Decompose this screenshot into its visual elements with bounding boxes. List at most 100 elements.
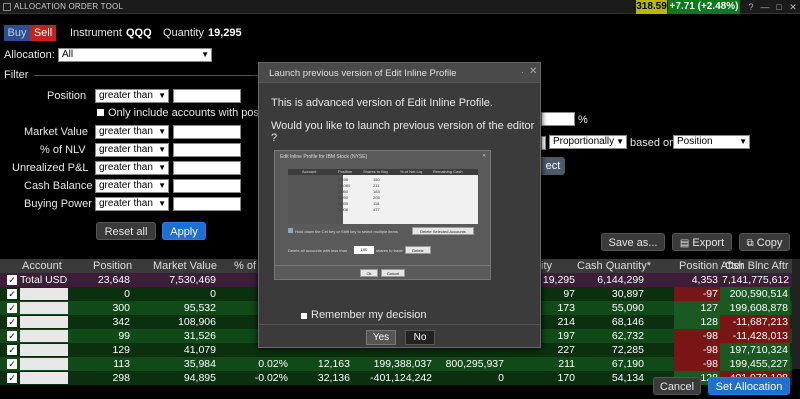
filter-op-cash-balance[interactable]: greater than ▼: [95, 179, 169, 193]
filter-input-market-value[interactable]: [173, 125, 241, 139]
filter-input-cash-balance[interactable]: [173, 179, 241, 193]
filter-op-position[interactable]: greater than ▼: [95, 89, 169, 103]
col-market-value[interactable]: Market Value: [153, 260, 217, 272]
preview-col: Remaining Cash: [433, 169, 463, 174]
minimize-icon[interactable]: —: [758, 1, 772, 13]
copy-button[interactable]: ⧉ Copy: [739, 233, 790, 251]
cell-position-after: 127: [700, 302, 718, 314]
chevron-down-icon: ▼: [201, 50, 209, 59]
save-as-button[interactable]: Save as...: [601, 233, 665, 251]
sell-button[interactable]: Sell: [30, 25, 56, 41]
apply-button[interactable]: Apply: [162, 222, 206, 240]
quantity-label: Quantity: [163, 27, 204, 39]
cell-col6: 0: [498, 372, 504, 384]
preview-title: Edit Inline Profile for IBM Stock (NYSE): [280, 154, 368, 160]
method-input-fragment[interactable]: [541, 136, 546, 150]
filter-input-unrealized-pnl[interactable]: [173, 161, 241, 175]
row-checkbox[interactable]: ✓: [7, 303, 17, 313]
app-icon: [3, 3, 11, 11]
filter-op-value: greater than: [99, 180, 153, 191]
percent-input[interactable]: [541, 112, 575, 126]
filter-label-buying-power: Buying Power: [24, 198, 92, 210]
preview-col: Account: [302, 169, 317, 174]
preview-ok-button: Ok: [360, 269, 378, 277]
copy-icon: ⧉: [746, 238, 754, 249]
cell-col6: 800,295,937: [445, 358, 504, 370]
preview-delete-less-input: 100: [354, 246, 374, 254]
ticker-change: +7.71 (+2.48%): [668, 0, 740, 14]
cell-position-after: -98: [702, 344, 718, 356]
filter-label-market-value: Market Value: [24, 126, 88, 138]
remember-decision-checkbox[interactable]: [301, 313, 307, 319]
cell-pct: -0.02%: [254, 372, 288, 384]
preview-cancel-button: Cancel: [381, 269, 405, 277]
row-checkbox[interactable]: ✓: [7, 289, 17, 299]
cell-market-value: 0: [210, 288, 216, 300]
cell-cash-blnc-after: -11,428,013: [732, 330, 788, 342]
filter-divider: [34, 75, 259, 76]
row-checkbox[interactable]: ✓: [7, 345, 17, 355]
filter-op-buying-power[interactable]: greater than ▼: [95, 197, 169, 211]
row-checkbox[interactable]: ✓: [7, 275, 17, 285]
buy-button[interactable]: Buy: [4, 25, 30, 41]
close-icon[interactable]: ✕: [786, 1, 800, 13]
cell-cash-quantity: 30,897: [611, 288, 644, 300]
quantity-value[interactable]: 19,295: [208, 27, 242, 39]
chevron-down-icon: ▼: [158, 127, 166, 136]
col-quantity[interactable]: ity: [541, 260, 552, 272]
filter-op-value: greater than: [99, 90, 153, 101]
set-allocation-button[interactable]: Set Allocation: [708, 377, 790, 395]
cell-position: 129: [112, 344, 130, 356]
preview-shares-value: 118: [373, 201, 380, 206]
filter-op-value: greater than: [99, 198, 153, 209]
col-account[interactable]: Account: [22, 260, 62, 272]
filter-input-buying-power[interactable]: [173, 197, 241, 211]
row-checkbox[interactable]: ✓: [7, 317, 17, 327]
total-market-value: 7,530,469: [169, 274, 216, 286]
method-value: Proportionally: [553, 136, 615, 147]
cell-quantity: 227: [557, 344, 575, 356]
select-button[interactable]: ect: [541, 157, 565, 175]
help-icon[interactable]: ?: [744, 1, 758, 13]
row-checkbox[interactable]: ✓: [7, 373, 17, 383]
filter-input-pct-nlv[interactable]: [173, 143, 241, 157]
maximize-icon[interactable]: □: [772, 1, 786, 13]
cell-cash-blnc-after: 197,710,324: [729, 344, 788, 356]
window-title: ALLOCATION ORDER TOOL: [14, 2, 124, 11]
cell-cash-blnc-after: 199,455,227: [729, 358, 788, 370]
based-on-select[interactable]: Position ▼: [673, 135, 750, 149]
dialog-menu-icon[interactable]: ·: [521, 67, 524, 77]
instrument-value[interactable]: QQQ: [126, 27, 152, 39]
filter-label-unrealized-pnl: Unrealized P&L: [12, 162, 89, 174]
ticker-price: 318.59: [636, 0, 667, 14]
cell-cash-blnc-after: 200,590,514: [729, 288, 788, 300]
cell-market-value: 95,532: [183, 302, 216, 314]
row-checkbox[interactable]: ✓: [7, 331, 17, 341]
filter-title: Filter: [4, 69, 29, 81]
col-position[interactable]: Position: [93, 260, 132, 272]
filter-op-pct-nlv[interactable]: greater than ▼: [95, 143, 169, 157]
total-position-after: 4,353: [691, 274, 718, 286]
filter-input-position[interactable]: [173, 89, 241, 103]
method-select[interactable]: Proportionally ▼: [549, 135, 627, 149]
row-checkbox[interactable]: ✓: [7, 359, 17, 369]
preview-position-value: 14,080: [338, 183, 351, 188]
reset-all-button[interactable]: Reset all: [96, 222, 156, 240]
table-row[interactable]: ✓ 113 35,984 0.02% 12,163 199,388,037 800,295,…: [0, 357, 792, 371]
export-button[interactable]: ▤ Export: [672, 233, 732, 251]
yes-button[interactable]: Yes: [366, 330, 396, 345]
dialog-close-icon[interactable]: ✕: [529, 66, 537, 77]
no-button[interactable]: No: [405, 330, 435, 345]
col-cash-quantity[interactable]: Cash Quantity*: [577, 260, 651, 272]
vertical-scrollbar[interactable]: [792, 259, 800, 369]
cell-market-value: 108,906: [178, 316, 216, 328]
only-include-checkbox[interactable]: [97, 109, 104, 116]
filter-op-market-value[interactable]: greater than ▼: [95, 125, 169, 139]
dialog-title: Launch previous version of Edit Inline P…: [269, 68, 457, 79]
filter-op-unrealized-pnl[interactable]: greater than ▼: [95, 161, 169, 175]
dialog-message-1: This is advanced version of Edit Inline …: [271, 97, 493, 109]
allocation-select[interactable]: All ▼: [58, 48, 212, 62]
col-pct[interactable]: % of: [234, 260, 256, 272]
cell-position-after: -98: [702, 358, 718, 370]
cancel-button[interactable]: Cancel: [653, 377, 701, 395]
